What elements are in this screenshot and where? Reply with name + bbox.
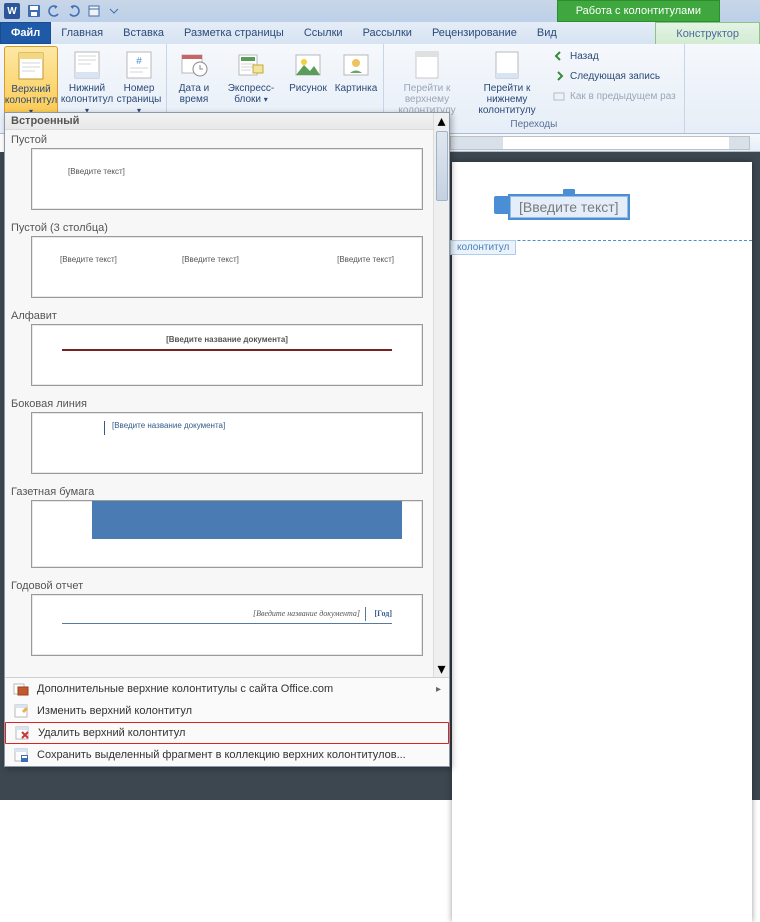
- tab-design[interactable]: Конструктор: [655, 22, 760, 44]
- header-button[interactable]: Верхний колонтитул ▾: [4, 46, 58, 119]
- prev-section-button[interactable]: Назад: [548, 46, 680, 66]
- header-content-control[interactable]: [Введите текст]: [508, 194, 630, 220]
- clipart-icon: [340, 49, 372, 81]
- content-control-handle-icon[interactable]: [563, 189, 575, 194]
- tab-mailings[interactable]: Рассылки: [353, 22, 422, 44]
- clipart-button[interactable]: Картинка: [333, 46, 379, 119]
- gallery-item-label: Боковая линия: [5, 394, 449, 412]
- gallery-scrollbar[interactable]: ▴ ▾: [433, 113, 449, 677]
- app-icon: W: [4, 3, 20, 19]
- gallery-item-blank-3col[interactable]: [Введите текст] [Введите текст] [Введите…: [31, 236, 423, 298]
- gallery-footer-menu: Дополнительные верхние колонтитулы с сай…: [5, 677, 449, 766]
- header-icon: [15, 50, 47, 82]
- footer-icon: [71, 49, 103, 81]
- picture-button[interactable]: Рисунок: [285, 46, 331, 119]
- qat-customize-button[interactable]: [105, 2, 123, 20]
- save-selection-icon: [13, 747, 29, 763]
- gallery-item-label: Годовой отчет: [5, 576, 449, 594]
- calendar-icon: [178, 49, 210, 81]
- gallery-section-builtin: Встроенный: [5, 113, 449, 130]
- link-previous-button[interactable]: Как в предыдущем раз: [548, 86, 680, 106]
- tab-insert[interactable]: Вставка: [113, 22, 174, 44]
- gallery-item-alphabet[interactable]: [Введите название документа]: [31, 324, 423, 386]
- office-icon: [13, 681, 29, 697]
- footer-button[interactable]: Нижний колонтитул ▾: [60, 46, 114, 119]
- next-section-button[interactable]: Следующая запись: [548, 66, 680, 86]
- undo-qat-button[interactable]: [45, 2, 63, 20]
- content-control-tab-icon[interactable]: [494, 196, 508, 214]
- date-time-button[interactable]: Дата и время: [171, 46, 217, 119]
- gallery-save-selection-button[interactable]: Сохранить выделенный фрагмент в коллекци…: [5, 744, 449, 766]
- page-number-icon: #: [123, 49, 155, 81]
- gallery-item-label: Пустой (3 столбца): [5, 218, 449, 236]
- tab-review[interactable]: Рецензирование: [422, 22, 527, 44]
- tab-references[interactable]: Ссылки: [294, 22, 353, 44]
- back-icon: [552, 49, 566, 63]
- goto-header-button[interactable]: Перейти к верхнему колонтитулу: [388, 46, 466, 119]
- redo-qat-button[interactable]: [65, 2, 83, 20]
- gallery-item-blank[interactable]: [Введите текст]: [31, 148, 423, 210]
- ribbon-tabs: Файл Главная Вставка Разметка страницы С…: [0, 22, 760, 44]
- forward-icon: [552, 69, 566, 83]
- gallery-more-office-button[interactable]: Дополнительные верхние колонтитулы с сай…: [5, 678, 449, 700]
- gallery-item-label: Пустой: [5, 130, 449, 148]
- header-gallery-dropdown: Встроенный Пустой [Введите текст] Пустой…: [4, 112, 450, 767]
- gallery-item-newspaper[interactable]: [31, 500, 423, 568]
- save-qat-button[interactable]: [25, 2, 43, 20]
- picture-icon: [292, 49, 324, 81]
- edit-header-icon: [13, 703, 29, 719]
- qat-more-button[interactable]: [85, 2, 103, 20]
- quick-parts-button[interactable]: Экспресс-блоки ▾: [219, 46, 283, 119]
- tab-file[interactable]: Файл: [0, 22, 51, 44]
- gallery-remove-header-button[interactable]: Удалить верхний колонтитул: [5, 722, 449, 744]
- goto-header-icon: [411, 49, 443, 81]
- header-region-tag: колонтитул: [450, 240, 516, 255]
- document-page[interactable]: [Введите текст] колонтитул: [452, 162, 752, 922]
- tab-view[interactable]: Вид: [527, 22, 567, 44]
- contextual-tab-header-tools: Работа с колонтитулами: [557, 0, 720, 22]
- tab-layout[interactable]: Разметка страницы: [174, 22, 294, 44]
- gallery-item-label: Алфавит: [5, 306, 449, 324]
- gallery-item-label: Газетная бумага: [5, 482, 449, 500]
- quick-parts-icon: [235, 49, 267, 81]
- page-number-button[interactable]: # Номер страницы ▾: [116, 46, 162, 119]
- link-icon: [552, 89, 566, 103]
- gallery-item-annual[interactable]: [Введите название документа] [Год]: [31, 594, 423, 656]
- remove-header-icon: [14, 725, 30, 741]
- goto-footer-button[interactable]: Перейти к нижнему колонтитулу: [468, 46, 546, 119]
- gallery-item-sideline[interactable]: [Введите название документа]: [31, 412, 423, 474]
- header-placeholder-text[interactable]: [Введите текст]: [510, 196, 628, 218]
- svg-text:#: #: [136, 56, 142, 67]
- gallery-edit-header-button[interactable]: Изменить верхний колонтитул: [5, 700, 449, 722]
- goto-footer-icon: [491, 49, 523, 81]
- tab-home[interactable]: Главная: [51, 22, 113, 44]
- title-bar: W Работа с колонтитулами: [0, 0, 760, 22]
